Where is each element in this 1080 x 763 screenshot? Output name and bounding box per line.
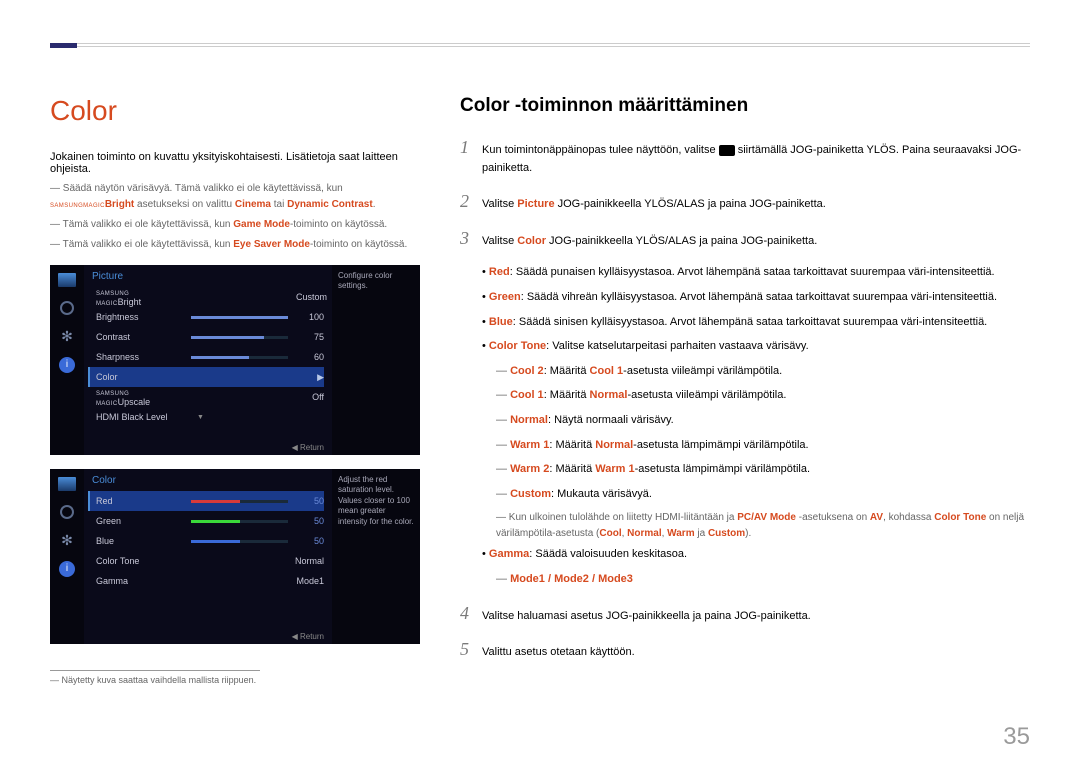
- sub-cool2: Cool 2: Määritä Cool 1-asetusta viileämp…: [496, 363, 1030, 381]
- clock-icon: [60, 301, 74, 315]
- samsung-brand: SAMSUNG: [50, 203, 83, 209]
- osd-title: Picture: [92, 271, 324, 282]
- gear-icon: ✻: [58, 533, 76, 547]
- step-3: 3Valitse Color JOG-painikkeella YLÖS/ALA…: [460, 228, 1030, 251]
- step-4: 4Valitse haluamasi asetus JOG-painikkeel…: [460, 603, 1030, 626]
- osd-sidebar: ✻ i: [50, 469, 84, 644]
- osd-body: Color Red50 Green50 Blue50 Color ToneNor…: [84, 469, 332, 644]
- osd-return: ◀ Return: [292, 443, 324, 452]
- note-1: Säädä näytön värisävyä. Tämä valikko ei …: [50, 181, 420, 213]
- osd-row-color: Color▶: [88, 367, 324, 387]
- clock-icon: [60, 505, 74, 519]
- osd-row-contrast: Contrast75: [92, 327, 324, 347]
- info-icon: i: [59, 561, 75, 577]
- jog-menu-icon: [719, 145, 735, 156]
- osd-help: Configure color settings.: [332, 265, 420, 455]
- sub-cool1: Cool 1: Määritä Normal-asetusta viileämp…: [496, 387, 1030, 405]
- osd-title: Color: [92, 475, 324, 486]
- page-title: Color: [50, 95, 420, 127]
- osd-row-colortone: Color ToneNormal: [92, 551, 324, 571]
- main-content: Color Jokainen toiminto on kuvattu yksit…: [50, 95, 1030, 685]
- info-icon: i: [59, 357, 75, 373]
- footnote: ― Näytetty kuva saattaa vaihdella mallis…: [50, 675, 420, 685]
- osd-menu-color: ✻ i Color Red50 Green50 Blue50 Color Ton…: [50, 469, 420, 644]
- note-2: Tämä valikko ei ole käytettävissä, kun G…: [50, 217, 420, 233]
- osd-row-red: Red50: [88, 491, 324, 511]
- chevron-down-icon: ▼: [197, 414, 204, 421]
- step-2: 2Valitse Picture JOG-painikkeella YLÖS/A…: [460, 191, 1030, 214]
- bullet-list: Red: Säädä punaisen kylläisyystasoa. Arv…: [482, 264, 1030, 588]
- gear-icon: ✻: [58, 329, 76, 343]
- osd-menu-picture: ✻ i Picture SAMSUNGMAGICBrightCustom Bri…: [50, 265, 420, 455]
- osd-row-upscale: SAMSUNGMAGICUpscaleOff: [92, 387, 324, 407]
- picture-icon: [58, 273, 76, 287]
- osd-sidebar: ✻ i: [50, 265, 84, 455]
- sub-custom: Custom: Mukauta värisävyä.: [496, 486, 1030, 504]
- bullet-colortone: Color Tone: Valitse katselutarpeitasi pa…: [482, 338, 1030, 356]
- sub-normal: Normal: Näytä normaali värisävy.: [496, 412, 1030, 430]
- bullet-gamma: Gamma: Säädä valoisuuden keskitasoa.: [482, 546, 1030, 564]
- osd-row-blue: Blue50: [92, 531, 324, 551]
- page-number: 35: [1003, 723, 1030, 751]
- right-column: Color -toiminnon määrittäminen 1Kun toim…: [460, 95, 1030, 685]
- step-1: 1Kun toimintonäppäinopas tulee näyttöön,…: [460, 137, 1030, 177]
- sub-warm2: Warm 2: Määritä Warm 1-asetusta lämpimäm…: [496, 461, 1030, 479]
- bullet-green: Green: Säädä vihreän kylläisyystasoa. Ar…: [482, 289, 1030, 307]
- intro-text: Jokainen toiminto on kuvattu yksityiskoh…: [50, 151, 420, 175]
- osd-row-gamma: GammaMode1: [92, 571, 324, 591]
- footnote-rule: [50, 670, 260, 671]
- hdmi-note: Kun ulkoinen tulolähde on liitetty HDMI-…: [496, 510, 1030, 542]
- sub-warm1: Warm 1: Määritä Normal-asetusta lämpimäm…: [496, 437, 1030, 455]
- magic-brand: MAGIC: [83, 203, 105, 209]
- osd-row-bright: SAMSUNGMAGICBrightCustom: [92, 287, 324, 307]
- osd-row-hdmi: HDMI Black Level▼: [92, 407, 324, 427]
- chevron-right-icon: ▶: [317, 372, 324, 383]
- sub-modes: Mode1 / Mode2 / Mode3: [496, 571, 1030, 589]
- note-3: Tämä valikko ei ole käytettävissä, kun E…: [50, 237, 420, 253]
- osd-row-green: Green50: [92, 511, 324, 531]
- bullet-red: Red: Säädä punaisen kylläisyystasoa. Arv…: [482, 264, 1030, 282]
- osd-help: Adjust the red saturation level. Values …: [332, 469, 420, 644]
- osd-row-brightness: Brightness100: [92, 307, 324, 327]
- left-column: Color Jokainen toiminto on kuvattu yksit…: [50, 95, 420, 685]
- osd-return: ◀ Return: [292, 632, 324, 641]
- section-title: Color -toiminnon määrittäminen: [460, 95, 1030, 117]
- osd-row-sharpness: Sharpness60: [92, 347, 324, 367]
- osd-body: Picture SAMSUNGMAGICBrightCustom Brightn…: [84, 265, 332, 455]
- step-5: 5Valittu asetus otetaan käyttöön.: [460, 639, 1030, 662]
- bullet-blue: Blue: Säädä sinisen kylläisyystasoa. Arv…: [482, 314, 1030, 332]
- picture-icon: [58, 477, 76, 491]
- page-header-rule: [50, 43, 1030, 47]
